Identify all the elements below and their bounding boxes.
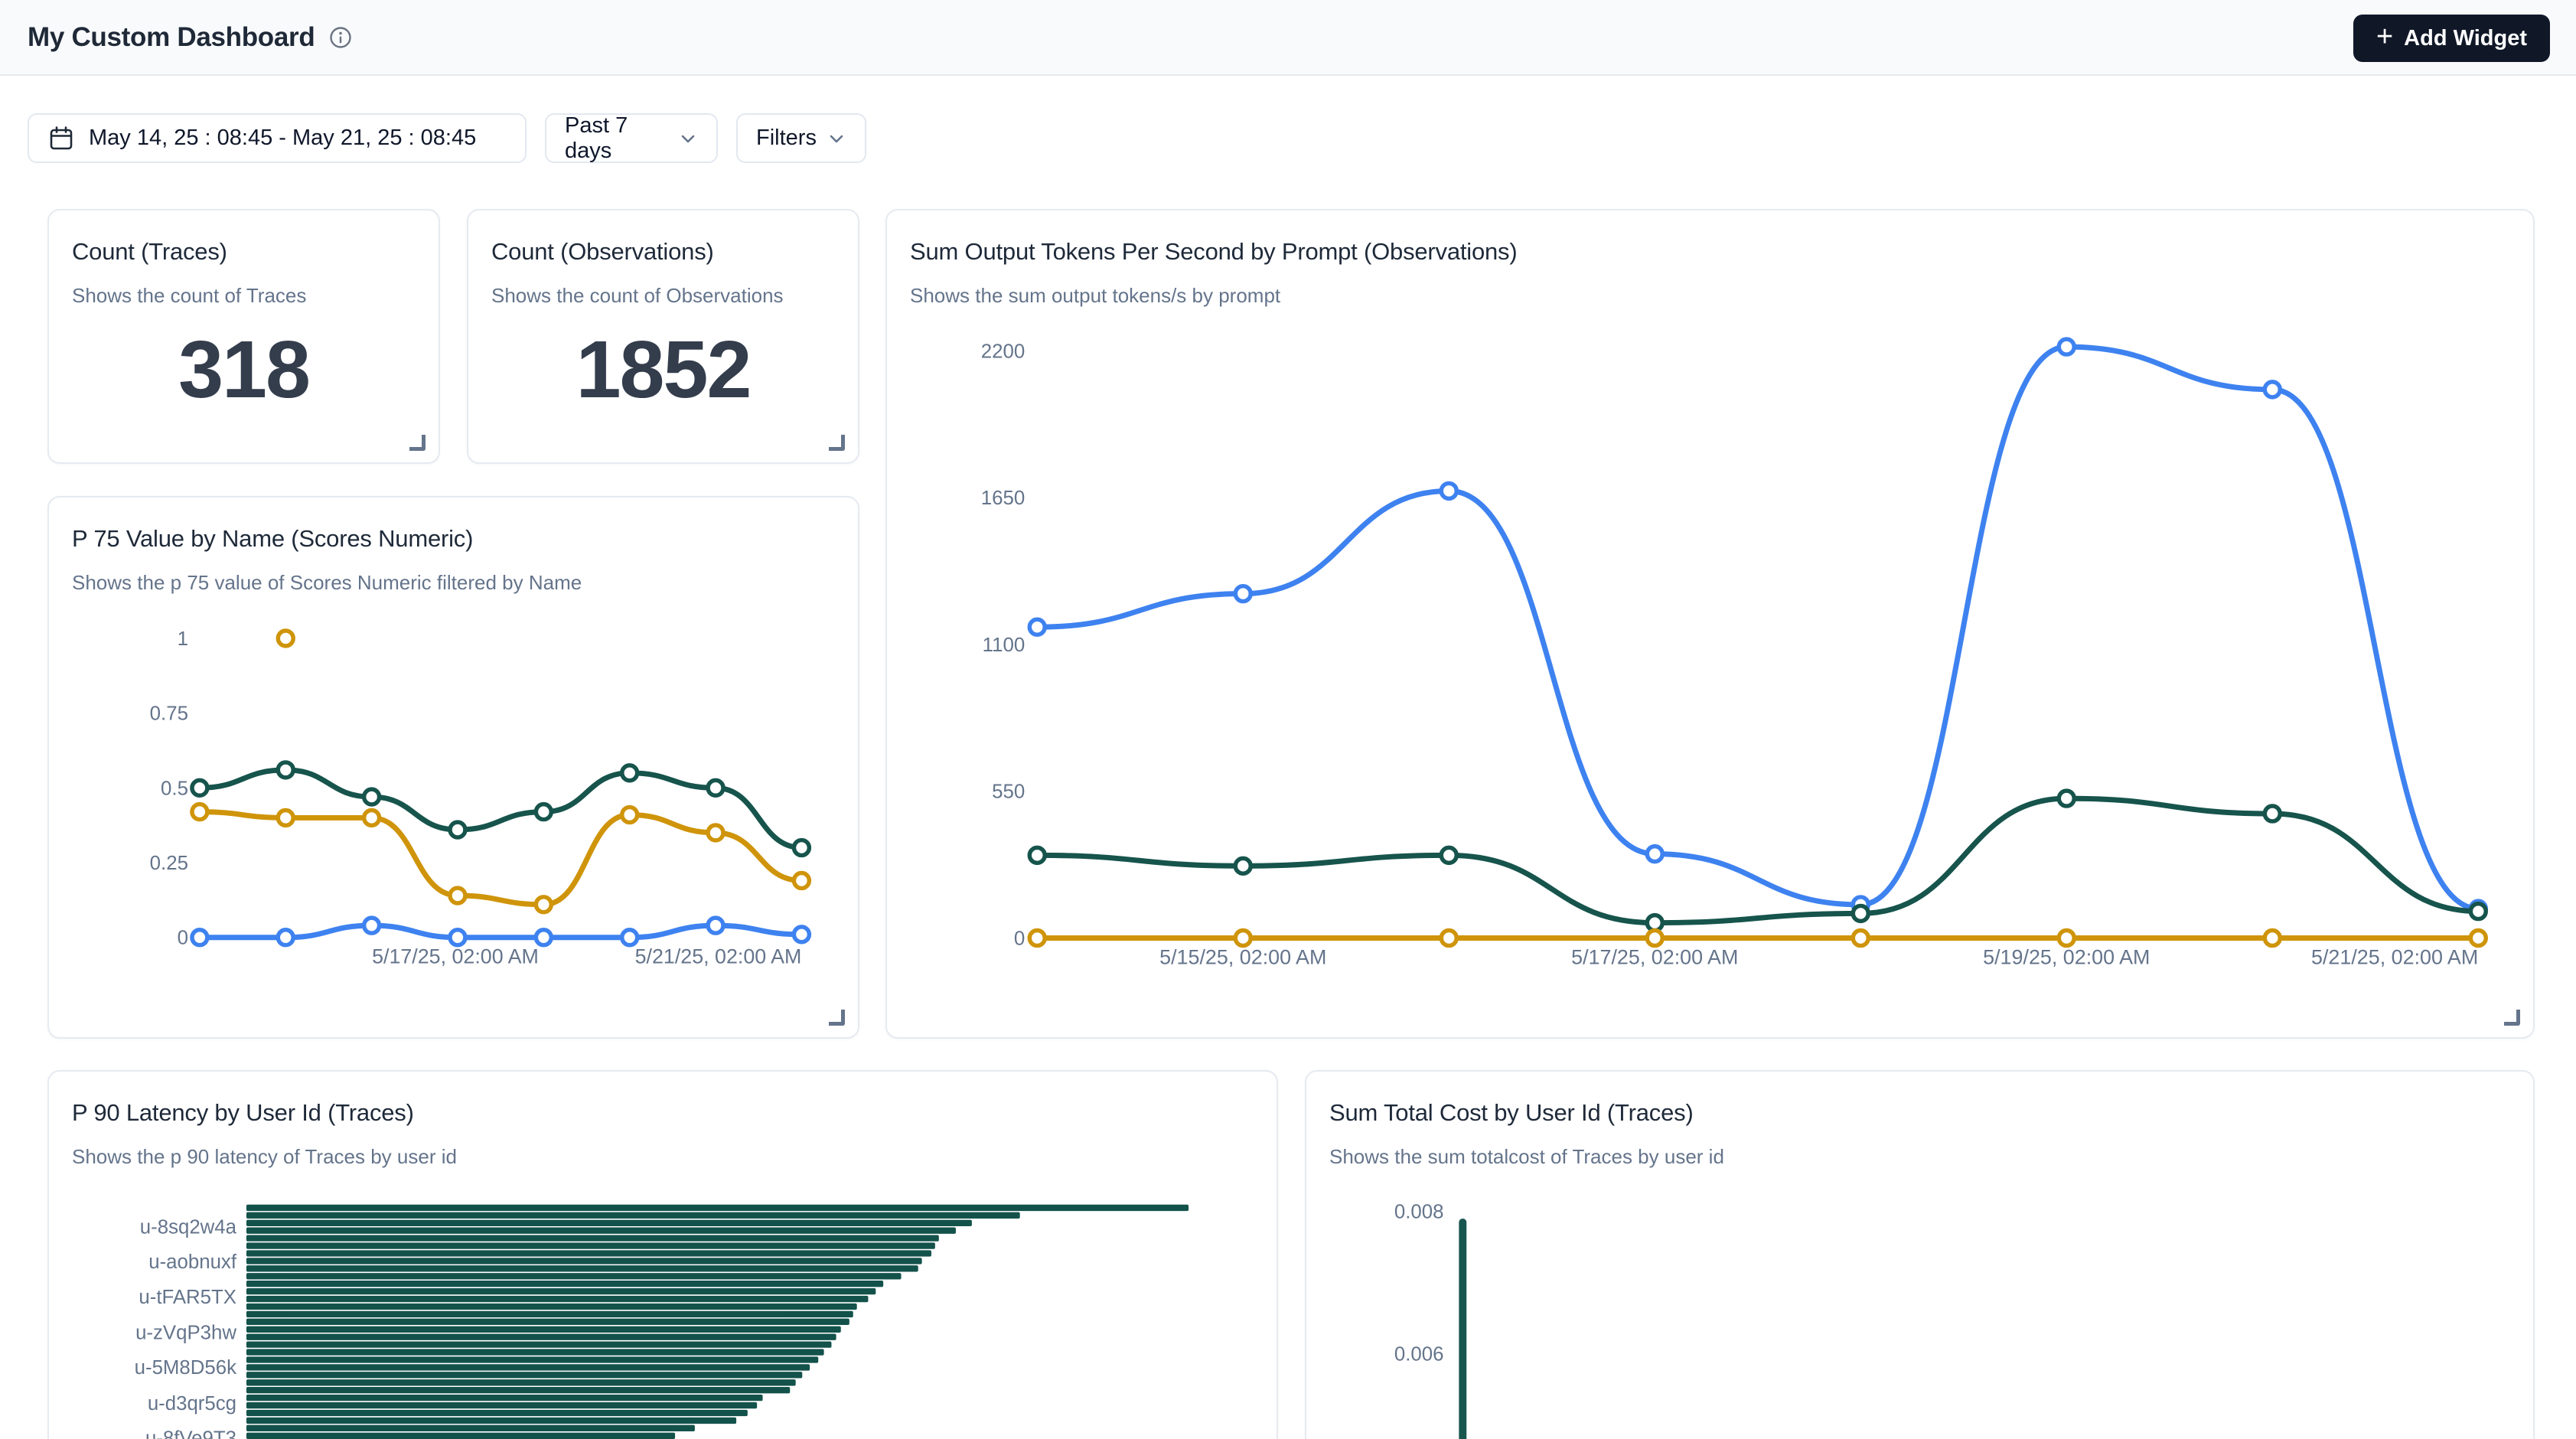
svg-text:1: 1 bbox=[178, 628, 188, 650]
svg-text:1100: 1100 bbox=[983, 635, 1026, 656]
widget-title: P 75 Value by Name (Scores Numeric) bbox=[72, 525, 835, 553]
line-chart: 0 550 1100 1650 2200 5/15/25, 02:00 AM 5/17/25… bbox=[887, 210, 2533, 1037]
svg-text:u-zVqP3hw: u-zVqP3hw bbox=[135, 1322, 236, 1343]
time-preset-label: Past 7 days bbox=[565, 113, 678, 164]
svg-text:2200: 2200 bbox=[981, 341, 1026, 362]
page-title: My Custom Dashboard bbox=[28, 22, 315, 53]
svg-text:5/21/25, 02:00 AM: 5/21/25, 02:00 AM bbox=[2311, 945, 2478, 968]
widget-description: Shows the p 75 value of Scores Numeric f… bbox=[72, 571, 835, 595]
svg-text:u-5M8D56k: u-5M8D56k bbox=[135, 1357, 236, 1379]
widget-description: Shows the sum output tokens/s by prompt bbox=[910, 284, 2510, 308]
svg-text:u-8sq2w4a: u-8sq2w4a bbox=[140, 1216, 237, 1238]
svg-text:550: 550 bbox=[992, 781, 1025, 803]
widget-description: Shows the count of Traces bbox=[72, 284, 416, 308]
widget-count-traces: Count (Traces) Shows the count of Traces… bbox=[47, 209, 440, 464]
add-widget-label: Add Widget bbox=[2404, 26, 2527, 51]
widget-title: Count (Observations) bbox=[491, 238, 835, 266]
svg-text:5/21/25, 02:00 AM: 5/21/25, 02:00 AM bbox=[635, 945, 802, 968]
chevron-down-icon bbox=[678, 129, 698, 148]
widget-description: Shows the count of Observations bbox=[491, 284, 835, 308]
widget-title: Sum Total Cost by User Id (Traces) bbox=[1329, 1099, 2510, 1127]
widget-title: P 90 Latency by User Id (Traces) bbox=[72, 1099, 1254, 1127]
widget-total-cost-chart: Sum Total Cost by User Id (Traces) Shows… bbox=[1305, 1070, 2535, 1439]
svg-text:0: 0 bbox=[1014, 928, 1025, 949]
calendar-icon bbox=[49, 126, 73, 152]
page-header: My Custom Dashboard + Add Widget bbox=[0, 0, 2576, 76]
svg-text:0.006: 0.006 bbox=[1394, 1343, 1444, 1365]
resize-handle-icon[interactable] bbox=[409, 435, 426, 451]
svg-text:u-d3qr5cg: u-d3qr5cg bbox=[148, 1393, 236, 1415]
filters-dropdown[interactable]: Filters bbox=[736, 113, 866, 163]
svg-text:u-8fVe9T3: u-8fVe9T3 bbox=[145, 1428, 236, 1439]
svg-text:5/17/25, 02:00 AM: 5/17/25, 02:00 AM bbox=[1571, 945, 1738, 968]
svg-text:u-aobnuxf: u-aobnuxf bbox=[148, 1251, 237, 1273]
widget-title: Sum Output Tokens Per Second by Prompt (… bbox=[910, 238, 2510, 266]
chevron-down-icon bbox=[827, 129, 846, 148]
widget-p90-latency-chart: P 90 Latency by User Id (Traces) Shows t… bbox=[47, 1070, 1278, 1439]
widget-tokens-per-second-chart: Sum Output Tokens Per Second by Prompt (… bbox=[885, 209, 2535, 1039]
svg-text:0.25: 0.25 bbox=[150, 853, 188, 874]
add-widget-button[interactable]: + Add Widget bbox=[2353, 15, 2550, 62]
time-preset-dropdown[interactable]: Past 7 days bbox=[545, 113, 718, 163]
info-icon[interactable] bbox=[328, 25, 353, 50]
widget-description: Shows the p 90 latency of Traces by user… bbox=[72, 1145, 1254, 1169]
svg-text:5/19/25, 02:00 AM: 5/19/25, 02:00 AM bbox=[1983, 945, 2150, 968]
metric-value: 1852 bbox=[468, 324, 858, 416]
svg-text:u-tFAR5TX: u-tFAR5TX bbox=[139, 1287, 236, 1308]
svg-text:1650: 1650 bbox=[981, 488, 1026, 509]
widget-description: Shows the sum totalcost of Traces by use… bbox=[1329, 1145, 2510, 1169]
resize-handle-icon[interactable] bbox=[829, 435, 845, 451]
date-range-picker[interactable]: May 14, 25 : 08:45 - May 21, 25 : 08:45 bbox=[28, 113, 527, 163]
widget-count-observations: Count (Observations) Shows the count of … bbox=[467, 209, 859, 464]
plus-icon: + bbox=[2376, 22, 2393, 51]
svg-text:5/15/25, 02:00 AM: 5/15/25, 02:00 AM bbox=[1159, 945, 1326, 968]
widget-title: Count (Traces) bbox=[72, 238, 416, 266]
svg-text:5/17/25, 02:00 AM: 5/17/25, 02:00 AM bbox=[372, 945, 539, 968]
filters-label: Filters bbox=[756, 126, 817, 151]
svg-text:0.75: 0.75 bbox=[150, 703, 188, 725]
svg-text:0.008: 0.008 bbox=[1394, 1202, 1444, 1223]
svg-text:0.5: 0.5 bbox=[161, 778, 188, 799]
metric-value: 318 bbox=[49, 324, 439, 416]
widget-p75-scores-chart: P 75 Value by Name (Scores Numeric) Show… bbox=[47, 496, 859, 1039]
svg-text:0: 0 bbox=[178, 928, 188, 949]
date-range-label: May 14, 25 : 08:45 - May 21, 25 : 08:45 bbox=[89, 126, 476, 151]
